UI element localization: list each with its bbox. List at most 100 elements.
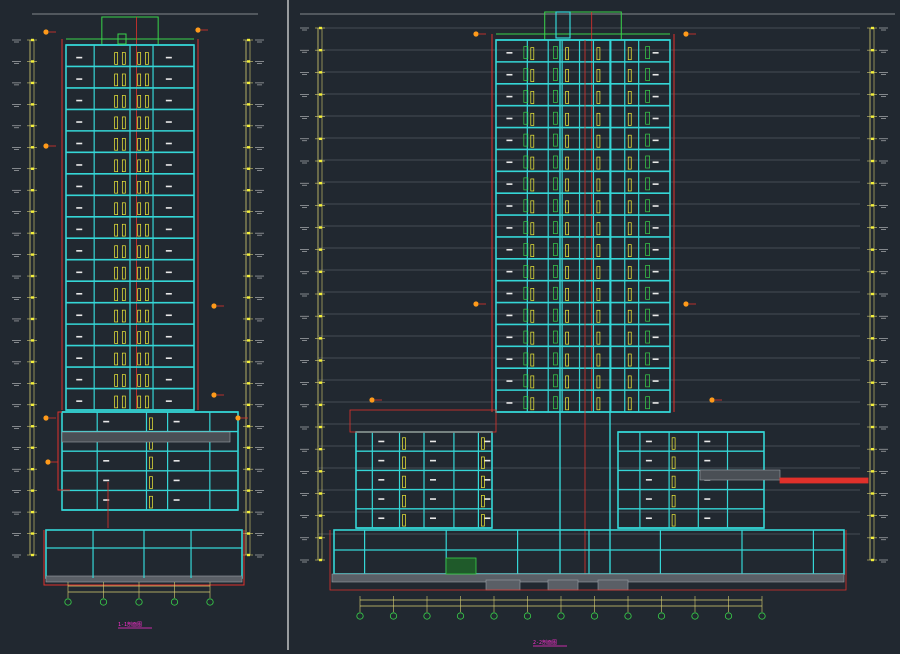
level-callout <box>43 29 56 35</box>
dimension-mark <box>871 159 874 163</box>
door <box>565 69 569 82</box>
door <box>627 47 632 61</box>
room-label <box>430 517 436 520</box>
axis-bubble <box>206 598 214 606</box>
dimension-mark <box>247 467 250 471</box>
room-label <box>165 271 172 274</box>
door <box>137 331 142 344</box>
room-label <box>506 139 513 142</box>
door <box>530 91 535 104</box>
axis-bubble <box>624 612 632 620</box>
door <box>627 397 632 411</box>
dimension-mark <box>31 103 34 106</box>
door <box>530 156 535 170</box>
door <box>596 375 601 389</box>
door <box>145 95 149 108</box>
room-label <box>76 335 83 338</box>
door <box>121 116 126 130</box>
room-label <box>645 440 652 443</box>
door <box>565 200 569 214</box>
door <box>121 138 126 151</box>
door <box>596 47 601 61</box>
door <box>596 69 601 82</box>
dimension-mark <box>247 317 250 321</box>
door <box>137 138 142 151</box>
door <box>121 73 126 87</box>
dimension-mark <box>871 248 874 251</box>
door <box>149 476 153 489</box>
room-label <box>652 227 659 229</box>
door <box>530 397 535 411</box>
door <box>114 309 118 323</box>
door <box>149 417 153 430</box>
door <box>121 245 126 258</box>
room-label <box>645 498 652 500</box>
dimension-mark <box>31 382 34 385</box>
window <box>553 46 558 59</box>
dimension-mark <box>31 360 34 364</box>
level-callout <box>473 31 486 37</box>
door <box>671 495 676 508</box>
door <box>530 200 535 214</box>
door <box>481 475 485 489</box>
door <box>145 159 149 173</box>
room-label <box>652 139 659 142</box>
room-label <box>652 380 659 382</box>
door <box>114 159 118 173</box>
door <box>114 116 118 130</box>
room-label <box>652 52 659 54</box>
door <box>137 52 142 65</box>
door <box>145 73 149 87</box>
door <box>114 374 118 387</box>
room-label <box>76 99 83 102</box>
window <box>553 243 558 256</box>
door <box>121 331 126 344</box>
door <box>121 202 126 215</box>
room-label <box>76 250 83 252</box>
door <box>145 52 149 65</box>
dimension-mark <box>871 226 874 229</box>
dimension-mark <box>31 146 34 149</box>
door <box>114 95 118 108</box>
door <box>565 353 569 367</box>
room-label <box>76 56 83 59</box>
window <box>645 177 650 191</box>
room-label <box>652 205 659 207</box>
door <box>627 266 632 279</box>
door <box>149 495 153 509</box>
axis-bubble <box>590 612 599 620</box>
door <box>114 73 118 87</box>
right-section-title: 2-2剖面图 <box>533 639 557 646</box>
room-label <box>103 420 110 423</box>
door <box>530 69 535 82</box>
dimension-mark <box>871 403 874 407</box>
door <box>114 52 118 65</box>
door <box>121 374 126 387</box>
dimension-mark <box>247 553 250 557</box>
window <box>553 221 558 235</box>
dimension-mark <box>319 536 322 540</box>
dimension-mark <box>319 470 322 473</box>
door <box>596 397 601 411</box>
dimension-mark <box>871 93 874 96</box>
door <box>121 180 126 194</box>
dimension-mark <box>31 317 34 321</box>
room-label <box>76 357 83 359</box>
dimension-mark <box>247 231 250 235</box>
door <box>145 223 149 237</box>
dimension-mark <box>247 103 250 106</box>
door <box>145 331 149 344</box>
door <box>145 352 149 366</box>
door <box>137 266 142 280</box>
dimension-mark <box>31 510 34 514</box>
dimension-mark <box>247 425 250 428</box>
door <box>596 178 601 192</box>
window <box>645 199 650 213</box>
dimension-mark <box>871 204 874 207</box>
window <box>645 111 650 125</box>
door <box>114 288 118 301</box>
window <box>645 330 650 344</box>
window <box>553 155 558 169</box>
window <box>645 352 650 366</box>
dimension-mark <box>319 337 322 340</box>
